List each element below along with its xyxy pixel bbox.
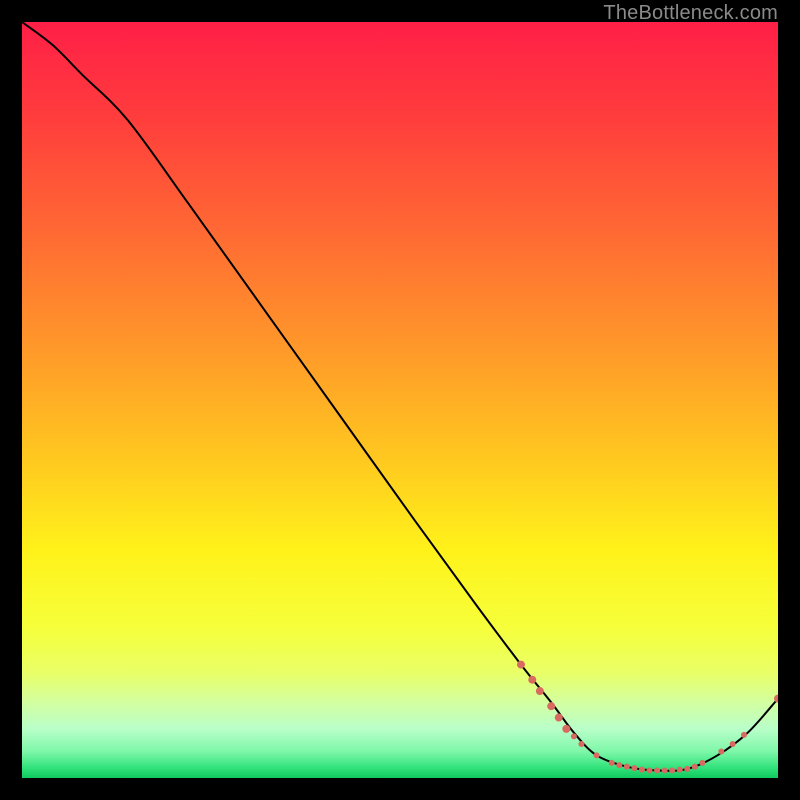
data-point — [692, 764, 698, 770]
gradient-background — [22, 22, 778, 778]
data-point — [616, 762, 622, 768]
bottleneck-chart — [22, 22, 778, 778]
data-point — [654, 767, 660, 773]
data-point — [517, 661, 525, 669]
data-point — [730, 741, 736, 747]
data-point — [741, 732, 747, 738]
data-point — [699, 760, 705, 766]
data-point — [639, 767, 645, 773]
data-point — [631, 765, 637, 771]
data-point — [624, 764, 630, 770]
data-point — [562, 725, 570, 733]
data-point — [555, 714, 563, 722]
data-point — [646, 767, 652, 773]
data-point — [578, 741, 584, 747]
data-point — [547, 702, 555, 710]
data-point — [536, 687, 544, 695]
data-point — [684, 766, 690, 772]
data-point — [718, 749, 724, 755]
data-point — [571, 733, 577, 739]
data-point — [609, 760, 615, 766]
chart-stage: TheBottleneck.com — [0, 0, 800, 800]
data-point — [677, 767, 683, 773]
data-point — [594, 752, 600, 758]
data-point — [662, 767, 668, 773]
data-point — [528, 676, 536, 684]
data-point — [669, 767, 675, 773]
